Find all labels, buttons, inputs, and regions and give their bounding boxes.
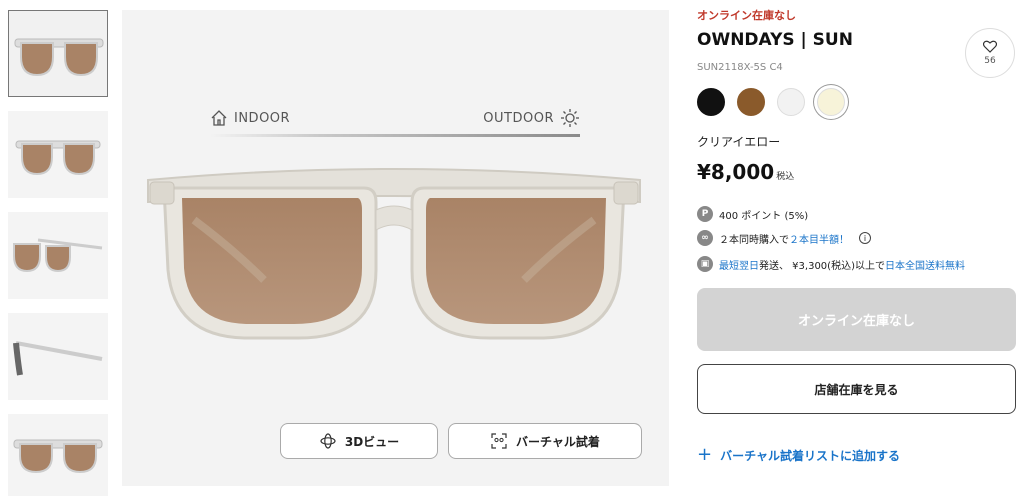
sunglasses-image	[147, 168, 641, 340]
shipping-info: ▣ 最短翌日発送、 ¥3,300(税込)以上で日本全国送料無料	[697, 256, 965, 272]
face-scan-icon	[491, 433, 507, 449]
online-soldout-button[interactable]: オンライン在庫なし	[697, 288, 1016, 351]
favorite-button[interactable]: 56	[965, 28, 1015, 78]
bundle-offer: ∞ ２本同時購入で２本目半額！ i	[697, 230, 871, 246]
add-virtual-list-link[interactable]: + バーチャル試着リストに追加する	[697, 446, 900, 464]
product-price: ¥8,000 税込	[697, 160, 795, 184]
points-info: P 400 ポイント (5%)	[697, 206, 808, 222]
free-shipping-link[interactable]: 日本全国送料無料	[885, 261, 965, 272]
3d-view-button[interactable]: 3Dビュー	[280, 423, 438, 459]
lens-light-scale: INDOOR OUTDOOR	[210, 106, 580, 137]
product-brand: OWNDAYS | SUN	[697, 30, 853, 50]
sun-icon	[561, 109, 579, 127]
outdoor-label: OUTDOOR	[483, 108, 580, 128]
product-main-image: INDOOR OUTDOOR 3Dビュー バーチャル試着	[122, 10, 669, 486]
swatch-clear[interactable]	[777, 88, 805, 116]
virtual-try-on-button[interactable]: バーチャル試着	[448, 423, 642, 459]
infinity-icon: ∞	[697, 230, 713, 246]
info-icon[interactable]: i	[859, 232, 871, 244]
thumbnail-front-low[interactable]	[8, 414, 108, 496]
thumbnail-front[interactable]	[8, 10, 108, 97]
indoor-label: INDOOR	[210, 109, 290, 127]
selected-color-name: クリアイエロー	[697, 135, 781, 149]
heart-icon	[983, 40, 997, 53]
color-swatches	[697, 88, 845, 116]
thumbnail-three-quarter[interactable]	[8, 212, 108, 299]
favorite-count: 56	[984, 56, 996, 66]
bundle-offer-link[interactable]: ２本目半額！	[789, 235, 849, 246]
3d-rotate-icon	[320, 433, 336, 449]
thumbnail-front-angled[interactable]	[8, 111, 108, 198]
truck-icon: ▣	[697, 256, 713, 272]
house-icon	[211, 110, 227, 126]
swatch-clear-yellow[interactable]	[817, 88, 845, 116]
store-stock-button[interactable]: 店舗在庫を見る	[697, 364, 1016, 414]
thumbnail-list	[8, 10, 110, 496]
product-model: SUN2118X-5S C4	[697, 62, 783, 73]
scale-gradient-bar	[210, 134, 580, 137]
thumbnail-side[interactable]	[8, 313, 108, 400]
points-icon: P	[697, 206, 713, 222]
stock-alert: オンライン在庫なし	[697, 9, 796, 22]
swatch-brown[interactable]	[737, 88, 765, 116]
swatch-black[interactable]	[697, 88, 725, 116]
plus-icon: +	[697, 444, 713, 465]
shipping-speed-link[interactable]: 最短翌日	[719, 261, 759, 272]
